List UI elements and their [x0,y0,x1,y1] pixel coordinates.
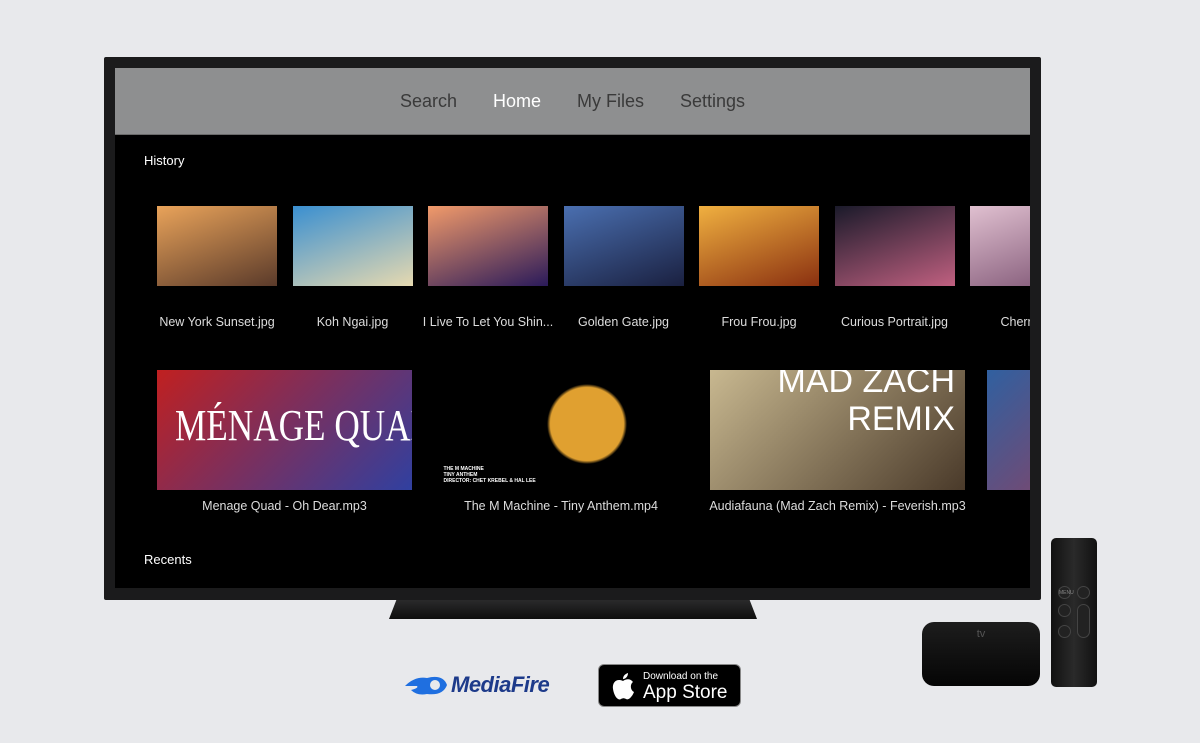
media-art-text: THE M MACHINE TINY ANTHEM DIRECTOR: CHET… [443,466,536,484]
remote-volume-button [1077,604,1090,638]
photo-thumbnail[interactable] [292,206,413,286]
remote-tv-button [1077,586,1090,599]
remote-play-button [1058,625,1071,638]
tv-frame: Search Home My Files Settings History New Y… [104,57,1041,600]
photo-name: Frou Frou.jpg [721,315,797,329]
photo-thumbnail[interactable] [563,206,684,286]
media-name: Audiafauna (Mad Zach Remix) - Feverish.m… [709,499,966,513]
apple-tv-box: tv [922,622,1040,686]
photo-thumbnail[interactable] [428,206,548,286]
media-thumbnail[interactable]: MÉNAGE QUAD [157,370,412,490]
apple-icon [612,673,634,700]
media-name: Menage Quad - Oh Dear.mp3 [202,499,367,513]
history-heading: History [144,153,185,168]
media-name: Th [977,499,1031,513]
photo-name: Curious Portrait.jpg [841,315,948,329]
mediafire-flame-icon [405,676,447,695]
nav-tab-home[interactable]: Home [493,91,541,112]
mediafire-logo: MediaFire [405,672,550,698]
photo-name: Golden Gate.jpg [577,315,670,329]
photo-name: New York Sunset.jpg [159,315,275,329]
remote-mic-button [1058,604,1071,617]
media-name: The M Machine - Tiny Anthem.mp4 [464,499,658,513]
photo-name: Koh Ngai.jpg [316,315,389,329]
nav-tab-my-files[interactable]: My Files [577,91,644,112]
nav-tab-settings[interactable]: Settings [680,91,745,112]
photo-thumbnail[interactable] [699,206,819,286]
photo-thumbnail[interactable] [834,206,955,286]
remote-menu-button: MENU [1058,586,1074,599]
media-art-text: MAD ZACH REMIX [777,370,955,438]
media-thumbnail[interactable]: MAD ZACH REMIX [710,370,965,490]
tv-stand [389,600,757,619]
media-art-text: MÉNAGE QUAD [175,401,412,450]
recents-heading: Recents [144,552,192,567]
app-store-badge[interactable]: Download on the App Store [598,664,741,707]
photo-thumbnail[interactable] [970,206,1030,286]
media-thumbnail[interactable] [986,370,1030,490]
apple-tv-logo: tv [976,628,986,640]
photo-thumbnail[interactable] [157,206,277,286]
top-nav: Search Home My Files Settings [115,68,1030,135]
photo-name: I Live To Let You Shin... [422,315,554,329]
media-thumbnail[interactable]: THE M MACHINE TINY ANTHEM DIRECTOR: CHET… [433,370,689,490]
siri-remote: MENU [1051,538,1097,687]
nav-tab-search[interactable]: Search [400,91,457,112]
tv-screen: Search Home My Files Settings History New Y… [115,68,1030,588]
photo-name: Cherry Blo [1000,315,1030,329]
